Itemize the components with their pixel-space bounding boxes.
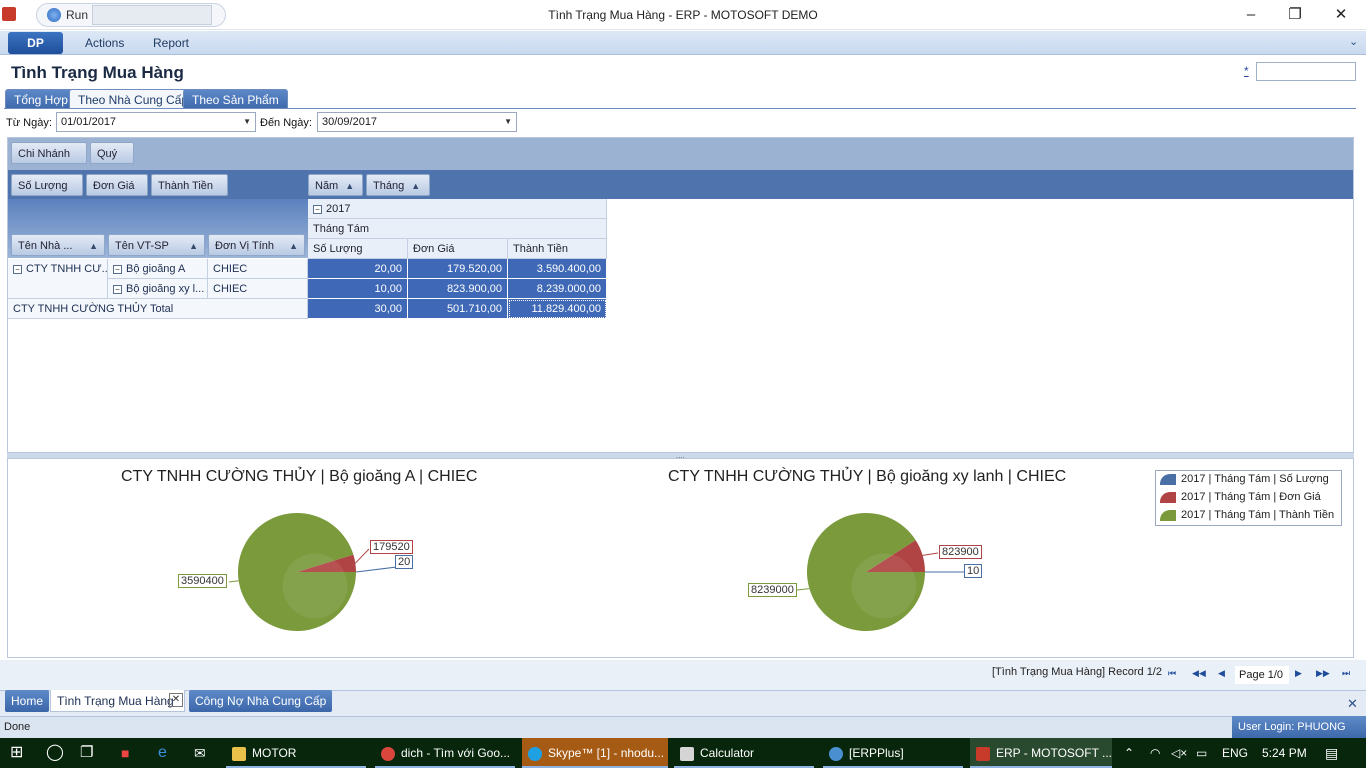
erpplus-icon bbox=[829, 746, 843, 761]
taskbar-item-erp-motosoft[interactable]: ERP - MOTOSOFT ... bbox=[970, 738, 1112, 768]
windows-start-icon[interactable]: ⊞ bbox=[10, 738, 23, 768]
edge-icon[interactable]: e bbox=[158, 738, 167, 768]
record-text: [Tình Trạng Mua Hàng] Record 1/2 bbox=[992, 666, 1162, 678]
legend-label: 2017 | Tháng Tám | Số Lượng bbox=[1181, 473, 1329, 485]
legend-label: 2017 | Tháng Tám | Thành Tiền bbox=[1181, 509, 1335, 521]
wifi-icon[interactable]: ◠ bbox=[1150, 738, 1160, 768]
next-page-fast-icon[interactable]: ▶▶ bbox=[1316, 668, 1330, 679]
app-pin-icon[interactable]: ■ bbox=[121, 738, 129, 768]
tray-chevron-icon[interactable]: ⌃ bbox=[1124, 738, 1134, 768]
page-indicator: Page 1/0 bbox=[1235, 666, 1289, 684]
pie-highlight bbox=[282, 553, 348, 619]
taskbar-label: Calculator bbox=[700, 746, 755, 760]
user-login-badge: User Login: PHUONG bbox=[1232, 716, 1366, 738]
doc-tab-label: Tình Trạng Mua Hàng bbox=[57, 694, 174, 708]
legend-item: 2017 | Tháng Tám | Thành Tiền bbox=[1160, 509, 1334, 521]
notification-icon[interactable]: ▤ bbox=[1325, 738, 1338, 768]
next-page-icon[interactable]: ▶ bbox=[1295, 668, 1302, 679]
volume-icon[interactable]: ◁× bbox=[1171, 738, 1187, 768]
legend-swatch bbox=[1160, 492, 1176, 503]
pie-leader-line bbox=[228, 580, 239, 583]
last-page-icon[interactable]: ⏭ bbox=[1342, 668, 1350, 679]
erp-icon bbox=[976, 746, 990, 761]
clock[interactable]: 5:24 PM bbox=[1262, 738, 1307, 768]
prev-page-icon[interactable]: ◀ bbox=[1218, 668, 1225, 679]
pie-charts-svg bbox=[228, 513, 967, 632]
legend-label: 2017 | Tháng Tám | Đơn Giá bbox=[1181, 491, 1321, 503]
pie-highlight bbox=[851, 553, 917, 619]
close-tab-icon[interactable]: ✕ bbox=[169, 693, 183, 707]
taskbar-label: Skype™ [1] - nhodu... bbox=[548, 746, 665, 760]
chrome-icon bbox=[381, 746, 395, 761]
battery-icon[interactable]: ▭ bbox=[1196, 738, 1207, 768]
pie-data-label: 10 bbox=[964, 564, 983, 578]
taskbar-item-chrome[interactable]: dich - Tìm với Goo... bbox=[375, 738, 515, 768]
legend-swatch bbox=[1160, 474, 1176, 485]
pie-data-label: 179520 bbox=[370, 540, 413, 554]
close-panel-icon[interactable]: ✕ bbox=[1347, 696, 1358, 712]
taskbar-label: [ERPPlus] bbox=[849, 746, 904, 760]
pie-leader-line bbox=[354, 548, 370, 564]
first-page-icon[interactable]: ⏮ bbox=[1168, 668, 1176, 679]
skype-icon bbox=[528, 746, 542, 761]
mail-icon[interactable]: ✉ bbox=[194, 738, 206, 768]
calculator-icon bbox=[680, 746, 694, 761]
doc-tab-tinh-trang-mua-hang[interactable]: Tình Trạng Mua Hàng bbox=[50, 690, 185, 712]
taskbar-label: MOTOR bbox=[252, 746, 297, 760]
taskbar-item-calculator[interactable]: Calculator bbox=[674, 738, 814, 768]
pie-data-label: 20 bbox=[395, 555, 414, 569]
legend-swatch bbox=[1160, 510, 1176, 521]
doc-tab-cong-no-nha-cung-cap[interactable]: Công Nợ Nhà Cung Cấp bbox=[189, 690, 333, 712]
pie-data-label: 8239000 bbox=[748, 583, 797, 597]
prev-page-fast-icon[interactable]: ◀◀ bbox=[1192, 668, 1206, 679]
taskbar-label: dich - Tìm với Goo... bbox=[401, 746, 511, 760]
taskbar-label: ERP - MOTOSOFT ... bbox=[996, 746, 1113, 760]
pie-leader-line bbox=[922, 552, 939, 556]
legend-item: 2017 | Tháng Tám | Đơn Giá bbox=[1160, 491, 1321, 503]
taskbar-item-motor[interactable]: MOTOR bbox=[226, 738, 366, 768]
pie-leader-line bbox=[796, 588, 810, 591]
cortana-search-icon[interactable]: ◯ bbox=[46, 738, 64, 768]
pie-data-label: 3590400 bbox=[178, 574, 227, 588]
pie-data-label: 823900 bbox=[939, 545, 982, 559]
taskbar-item-skype[interactable]: Skype™ [1] - nhodu... bbox=[522, 738, 668, 768]
doc-tab-home[interactable]: Home bbox=[5, 690, 50, 712]
legend-item: 2017 | Tháng Tám | Số Lượng bbox=[1160, 473, 1329, 485]
language-indicator[interactable]: ENG bbox=[1222, 738, 1248, 768]
status-bar bbox=[0, 716, 1366, 738]
folder-icon bbox=[232, 746, 246, 761]
taskbar-item-erpplus[interactable]: [ERPPlus] bbox=[823, 738, 963, 768]
task-view-icon[interactable]: ❐ bbox=[80, 738, 93, 768]
status-text: Done bbox=[4, 721, 31, 733]
